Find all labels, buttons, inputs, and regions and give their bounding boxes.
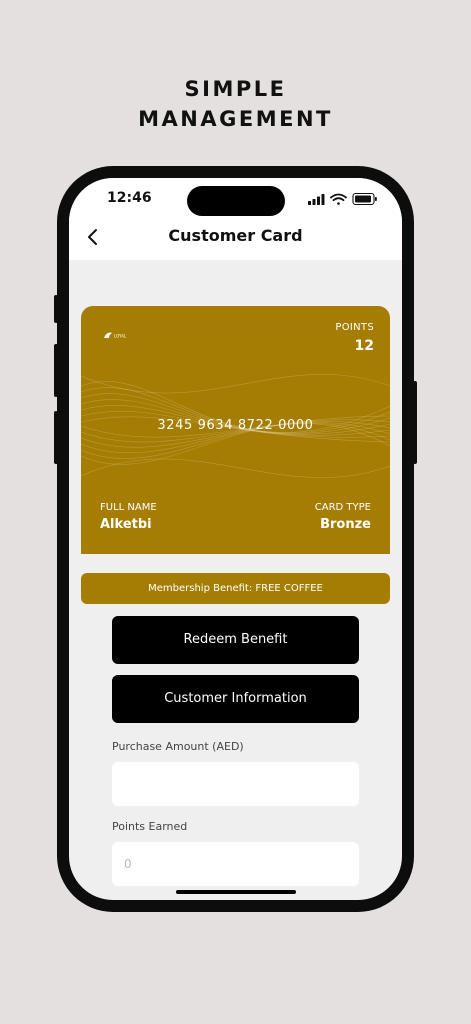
phone-power-button bbox=[413, 381, 417, 464]
points-earned-input[interactable] bbox=[112, 842, 359, 886]
page-title: Customer Card bbox=[168, 226, 303, 245]
card-type-value: Bronze bbox=[320, 517, 371, 532]
card-number: 3245 9634 8722 0000 bbox=[157, 418, 314, 433]
wifi-icon bbox=[330, 193, 347, 205]
phone-screen: 12:46 Customer Card LOYAL POINTS 12 3245… bbox=[69, 178, 402, 900]
loyalty-card: LOYAL POINTS 12 3245 9634 8722 0000 FULL… bbox=[81, 306, 390, 554]
promo-headline: SIMPLE MANAGEMENT bbox=[0, 74, 471, 134]
battery-icon bbox=[352, 192, 377, 206]
status-icons bbox=[308, 192, 377, 206]
full-name-value: Alketbi bbox=[100, 517, 152, 532]
phone-volume-down bbox=[54, 411, 58, 464]
brand-logo-text: LOYAL bbox=[114, 334, 127, 339]
promo-line-2: MANAGEMENT bbox=[138, 107, 333, 131]
phone-side-button bbox=[54, 295, 58, 323]
top-bar: 12:46 Customer Card bbox=[69, 178, 402, 260]
home-indicator bbox=[176, 890, 296, 894]
status-time: 12:46 bbox=[107, 190, 152, 206]
signal-icon bbox=[308, 194, 325, 205]
customer-information-button[interactable]: Customer Information bbox=[112, 675, 359, 723]
points-label: POINTS bbox=[335, 322, 374, 333]
phone-frame: 12:46 Customer Card LOYAL POINTS 12 3245… bbox=[54, 166, 417, 912]
brand-logo: LOYAL bbox=[104, 332, 127, 339]
purchase-amount-input[interactable] bbox=[112, 762, 359, 806]
redeem-benefit-button[interactable]: Redeem Benefit bbox=[112, 616, 359, 664]
promo-line-1: SIMPLE bbox=[184, 77, 287, 101]
points-value: 12 bbox=[354, 338, 374, 354]
dynamic-island bbox=[187, 186, 285, 216]
membership-benefit-banner: Membership Benefit: FREE COFFEE bbox=[81, 573, 390, 604]
full-name-label: FULL NAME bbox=[100, 502, 157, 513]
phone-volume-up bbox=[54, 344, 58, 397]
points-earned-label: Points Earned bbox=[112, 820, 188, 833]
purchase-amount-label: Purchase Amount (AED) bbox=[112, 740, 244, 753]
card-type-label: CARD TYPE bbox=[314, 502, 371, 513]
